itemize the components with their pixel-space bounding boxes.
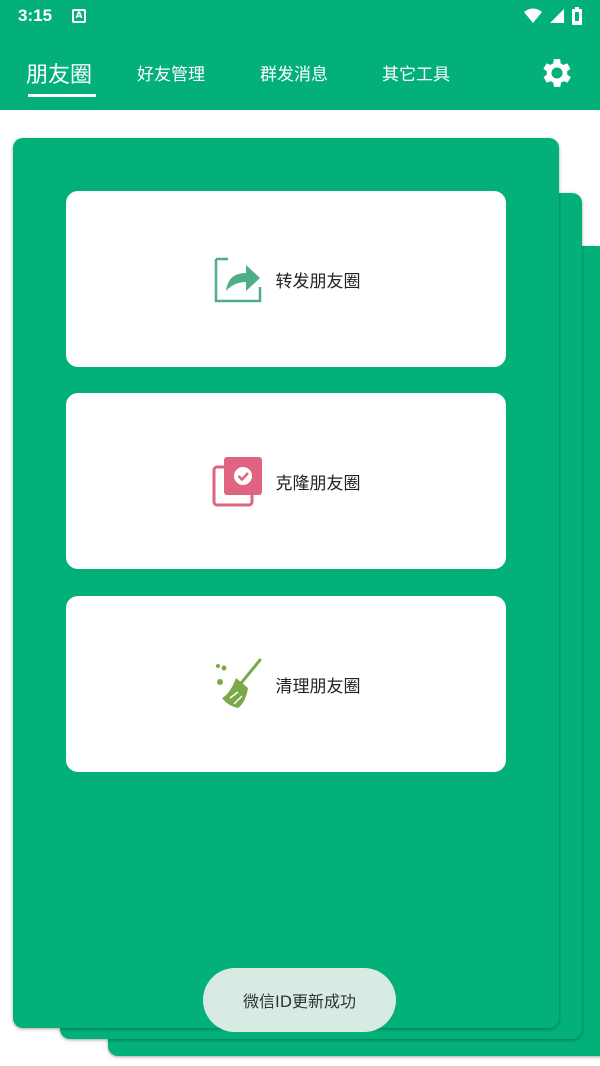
status-time: 3:15 bbox=[18, 6, 53, 25]
tab-moments[interactable]: 朋友圈 bbox=[26, 57, 92, 89]
clone-moments-label: 克隆朋友圈 bbox=[275, 473, 361, 494]
tab-mass-message[interactable]: 群发消息 bbox=[260, 60, 328, 85]
clone-icon bbox=[212, 457, 262, 507]
status-bar: 3:15 A bbox=[0, 0, 600, 34]
clone-moments-button[interactable]: 克隆朋友圈 bbox=[66, 393, 506, 569]
gear-icon[interactable] bbox=[538, 54, 576, 92]
battery-icon bbox=[572, 7, 582, 25]
tab-other-tools[interactable]: 其它工具 bbox=[382, 60, 450, 85]
share-icon bbox=[214, 257, 261, 303]
toast-message: 微信ID更新成功 bbox=[203, 968, 396, 1032]
tab-friend-management[interactable]: 好友管理 bbox=[137, 60, 205, 85]
status-icons bbox=[524, 7, 582, 25]
signal-icon bbox=[550, 9, 564, 23]
clear-moments-button[interactable]: 清理朋友圈 bbox=[66, 596, 506, 772]
app-header: 3:15 A 朋友圈 好友管理 群发消息 其它工具 bbox=[0, 0, 600, 110]
forward-moments-button[interactable]: 转发朋友圈 bbox=[66, 191, 506, 367]
clear-moments-label: 清理朋友圈 bbox=[275, 676, 361, 697]
broom-icon bbox=[215, 658, 261, 708]
a-icon: A bbox=[72, 9, 86, 23]
tab-bar: 朋友圈 好友管理 群发消息 其它工具 bbox=[0, 52, 600, 102]
forward-moments-label: 转发朋友圈 bbox=[275, 271, 361, 292]
wifi-icon bbox=[524, 8, 542, 23]
active-tab-indicator bbox=[28, 94, 96, 97]
